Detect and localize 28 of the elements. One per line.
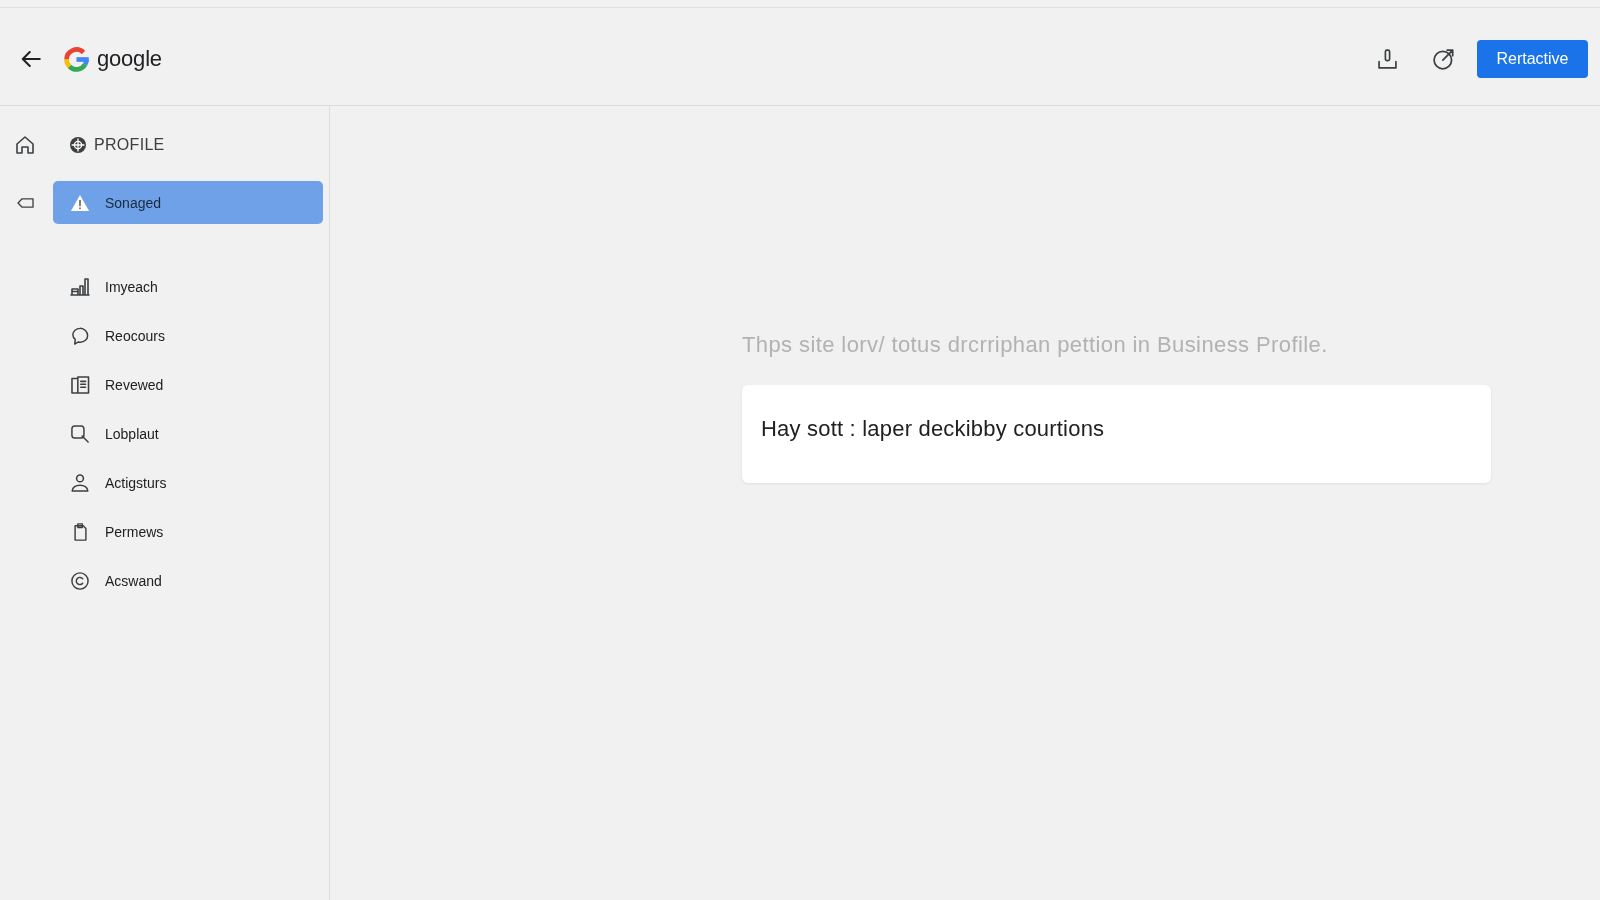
back-button[interactable] <box>20 48 42 70</box>
g-logo-icon <box>64 46 89 72</box>
download-icon <box>1377 49 1397 69</box>
sidebar-item[interactable]: Lobplaut <box>53 412 323 455</box>
sidebar-item[interactable]: Imyeach <box>53 265 323 308</box>
section-heading: PROFILE <box>94 136 165 154</box>
sidebar-item[interactable]: Acswand <box>53 559 323 602</box>
crosshair-icon <box>70 137 86 153</box>
description-text: Thps site lorv/ totus drcrriphan pettion in Business Profile. <box>742 331 1328 359</box>
circle-c-icon <box>71 571 89 590</box>
primary-button[interactable]: Rertactive <box>1477 40 1588 78</box>
sidebar-item[interactable]: Actigsturs <box>53 461 323 504</box>
sidebar-item[interactable]: Permews <box>53 510 323 553</box>
document-list-icon <box>70 375 90 394</box>
speech-bubble-icon <box>71 326 89 345</box>
sidebar-item[interactable]: Reocours <box>53 314 323 357</box>
clipboard-icon <box>73 522 87 541</box>
card-text: Hay sott : laper deckibby courtions <box>761 416 1105 442</box>
sidebar-item[interactable]: Sonaged <box>53 181 323 224</box>
brand-name: google <box>97 46 162 72</box>
home-icon[interactable] <box>16 136 34 154</box>
arrow-left-icon <box>21 51 41 67</box>
warning-icon <box>70 193 90 212</box>
magnifier-icon <box>71 424 89 443</box>
label-icon[interactable] <box>16 197 34 208</box>
bar-chart-icon <box>70 277 90 296</box>
person-icon <box>71 473 89 492</box>
sidebar-item[interactable]: Revewed <box>53 363 323 406</box>
